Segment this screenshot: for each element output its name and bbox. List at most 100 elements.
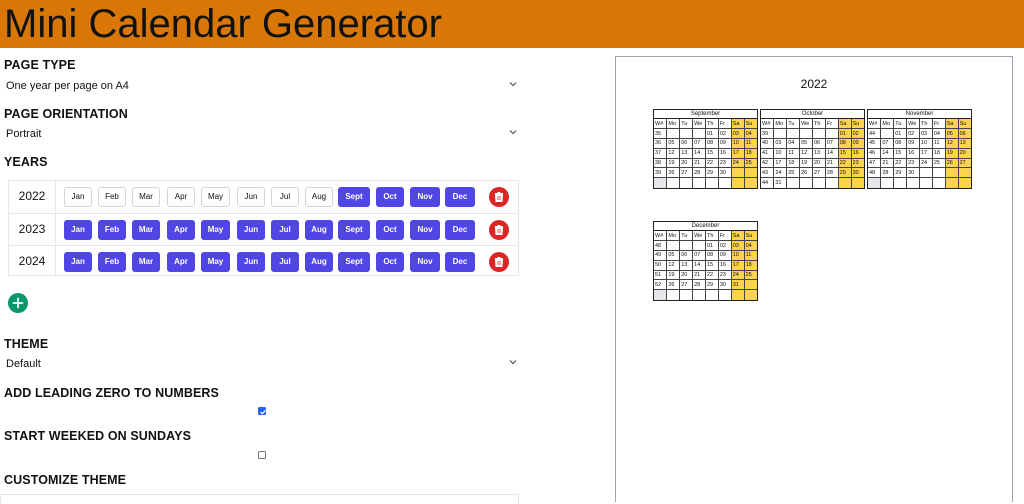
preview-year: 2022 xyxy=(800,77,828,91)
day-cell xyxy=(906,177,920,188)
day-cell: 04 xyxy=(931,128,946,140)
month-toggle-button[interactable]: Jan xyxy=(64,252,92,272)
day-cell: 08 xyxy=(705,250,719,261)
month-toggle-button[interactable]: Sept xyxy=(338,187,370,207)
day-cell xyxy=(957,177,971,188)
month-toggle-button[interactable]: Oct xyxy=(376,220,404,240)
theme-select[interactable]: Default xyxy=(0,354,524,376)
year-value[interactable]: 2023 xyxy=(9,214,56,244)
day-cell: 26 xyxy=(666,279,681,291)
month-toggle-button[interactable]: Apr xyxy=(167,252,195,272)
mini-calendar: November W# Mo Tu We Th Fr Sa Su 44 01 02 03 04 05 06 45… xyxy=(867,109,972,189)
month-toggle-button[interactable]: May xyxy=(201,220,230,240)
day-cell: 24 xyxy=(730,269,745,281)
calendar-month-name: September xyxy=(654,110,757,119)
day-cell xyxy=(692,289,706,300)
day-cell: 19 xyxy=(666,157,681,169)
month-toggle-button[interactable]: Apr xyxy=(167,187,195,207)
month-toggle-button[interactable]: May xyxy=(201,187,230,207)
day-cell: 12 xyxy=(666,259,681,271)
week-number-cell: 39 xyxy=(761,128,775,140)
month-toggle-button[interactable]: Feb xyxy=(98,252,126,272)
month-toggle-button[interactable]: Nov xyxy=(410,220,440,240)
day-cell: 12 xyxy=(944,138,959,149)
month-toggle-button[interactable]: Jul xyxy=(271,252,299,272)
weekday-header: Th xyxy=(812,119,826,130)
month-toggle-button[interactable]: Dec xyxy=(445,220,475,240)
day-cell: 20 xyxy=(679,157,694,169)
month-toggle-button[interactable]: Jan xyxy=(64,187,92,207)
month-toggle-button[interactable]: Dec xyxy=(445,187,475,207)
page-orientation-select[interactable]: Portrait xyxy=(0,124,524,146)
weekday-header: Th xyxy=(705,231,719,242)
weekday-header: W# xyxy=(654,119,668,130)
day-cell xyxy=(893,177,908,188)
delete-year-button[interactable] xyxy=(489,220,509,240)
weekday-header: W# xyxy=(868,119,882,130)
leading-zero-checkbox[interactable] xyxy=(258,407,266,415)
month-toggle-button[interactable]: Aug xyxy=(305,220,333,240)
month-toggle-button[interactable]: Feb xyxy=(98,187,126,207)
month-toggle-button[interactable]: Mar xyxy=(132,252,160,272)
week-number-cell: 44 xyxy=(868,128,882,140)
add-year-button[interactable] xyxy=(8,293,28,313)
day-cell: 23 xyxy=(850,157,864,169)
week-number-cell: 47 xyxy=(868,157,882,169)
month-toggle-button[interactable]: Nov xyxy=(410,187,440,207)
month-toggle-button[interactable]: Jan xyxy=(64,220,92,240)
day-cell: 14 xyxy=(692,147,706,159)
month-toggle-button[interactable]: Mar xyxy=(132,187,160,207)
day-cell: 26 xyxy=(944,157,959,169)
mini-calendar: December W# Mo Tu We Th Fr Sa Su 48 01 02 03 04 49 05 06… xyxy=(653,221,758,301)
month-toggle-button[interactable]: Nov xyxy=(410,252,440,272)
day-cell: 15 xyxy=(837,147,852,159)
month-toggle-button[interactable]: Jun xyxy=(237,252,265,272)
day-cell: 07 xyxy=(824,138,839,149)
day-cell: 16 xyxy=(906,147,920,159)
day-cell: 27 xyxy=(957,157,971,169)
weekday-header: Su xyxy=(743,119,757,130)
month-toggle-button[interactable]: Mar xyxy=(132,220,160,240)
weekday-header: Th xyxy=(919,119,933,130)
day-cell xyxy=(931,177,946,188)
month-toggle-button[interactable]: Sept xyxy=(338,220,370,240)
day-cell xyxy=(931,167,946,179)
month-toggle-button[interactable]: Aug xyxy=(305,252,333,272)
day-cell: 24 xyxy=(773,167,788,179)
day-cell: 02 xyxy=(906,128,920,140)
month-toggle-button[interactable]: Feb xyxy=(98,220,126,240)
month-toggle-button[interactable]: Oct xyxy=(376,187,404,207)
years-table: 2022 Jan Feb Mar Apr May Jun Jul Aug Sept Oct Nov De… xyxy=(8,180,519,276)
month-toggle-button[interactable]: Jul xyxy=(271,187,299,207)
day-cell: 05 xyxy=(666,250,681,261)
day-cell: 02 xyxy=(717,128,732,140)
month-toggle-button[interactable]: Jun xyxy=(237,220,265,240)
month-toggle-button[interactable]: May xyxy=(201,252,230,272)
day-cell xyxy=(944,167,959,179)
week-number-cell: 48 xyxy=(868,167,882,179)
week-number-cell: 49 xyxy=(654,250,668,261)
day-cell xyxy=(705,177,719,188)
page-type-label: PAGE TYPE xyxy=(4,58,76,72)
weekday-header: Sa xyxy=(944,119,959,130)
page-type-select[interactable]: One year per page on A4 xyxy=(0,76,524,98)
delete-year-button[interactable] xyxy=(489,252,509,272)
day-cell xyxy=(944,177,959,188)
delete-year-button[interactable] xyxy=(489,187,509,207)
month-toggle-button[interactable]: Sept xyxy=(338,252,370,272)
chevron-down-icon xyxy=(508,127,518,137)
day-cell xyxy=(786,177,801,188)
month-toggle-button[interactable]: Dec xyxy=(445,252,475,272)
day-cell: 06 xyxy=(679,250,694,261)
year-value[interactable]: 2024 xyxy=(9,246,56,276)
day-cell: 25 xyxy=(931,157,946,169)
year-value[interactable]: 2022 xyxy=(9,181,56,212)
month-toggle-button[interactable]: Oct xyxy=(376,252,404,272)
month-toggle-button[interactable]: Jun xyxy=(237,187,265,207)
month-toggle-button[interactable]: Aug xyxy=(305,187,333,207)
week-number-cell: 52 xyxy=(654,279,668,291)
start-sunday-checkbox[interactable] xyxy=(258,451,266,459)
week-number-cell: 50 xyxy=(654,259,668,271)
month-toggle-button[interactable]: Jul xyxy=(271,220,299,240)
month-toggle-button[interactable]: Apr xyxy=(167,220,195,240)
